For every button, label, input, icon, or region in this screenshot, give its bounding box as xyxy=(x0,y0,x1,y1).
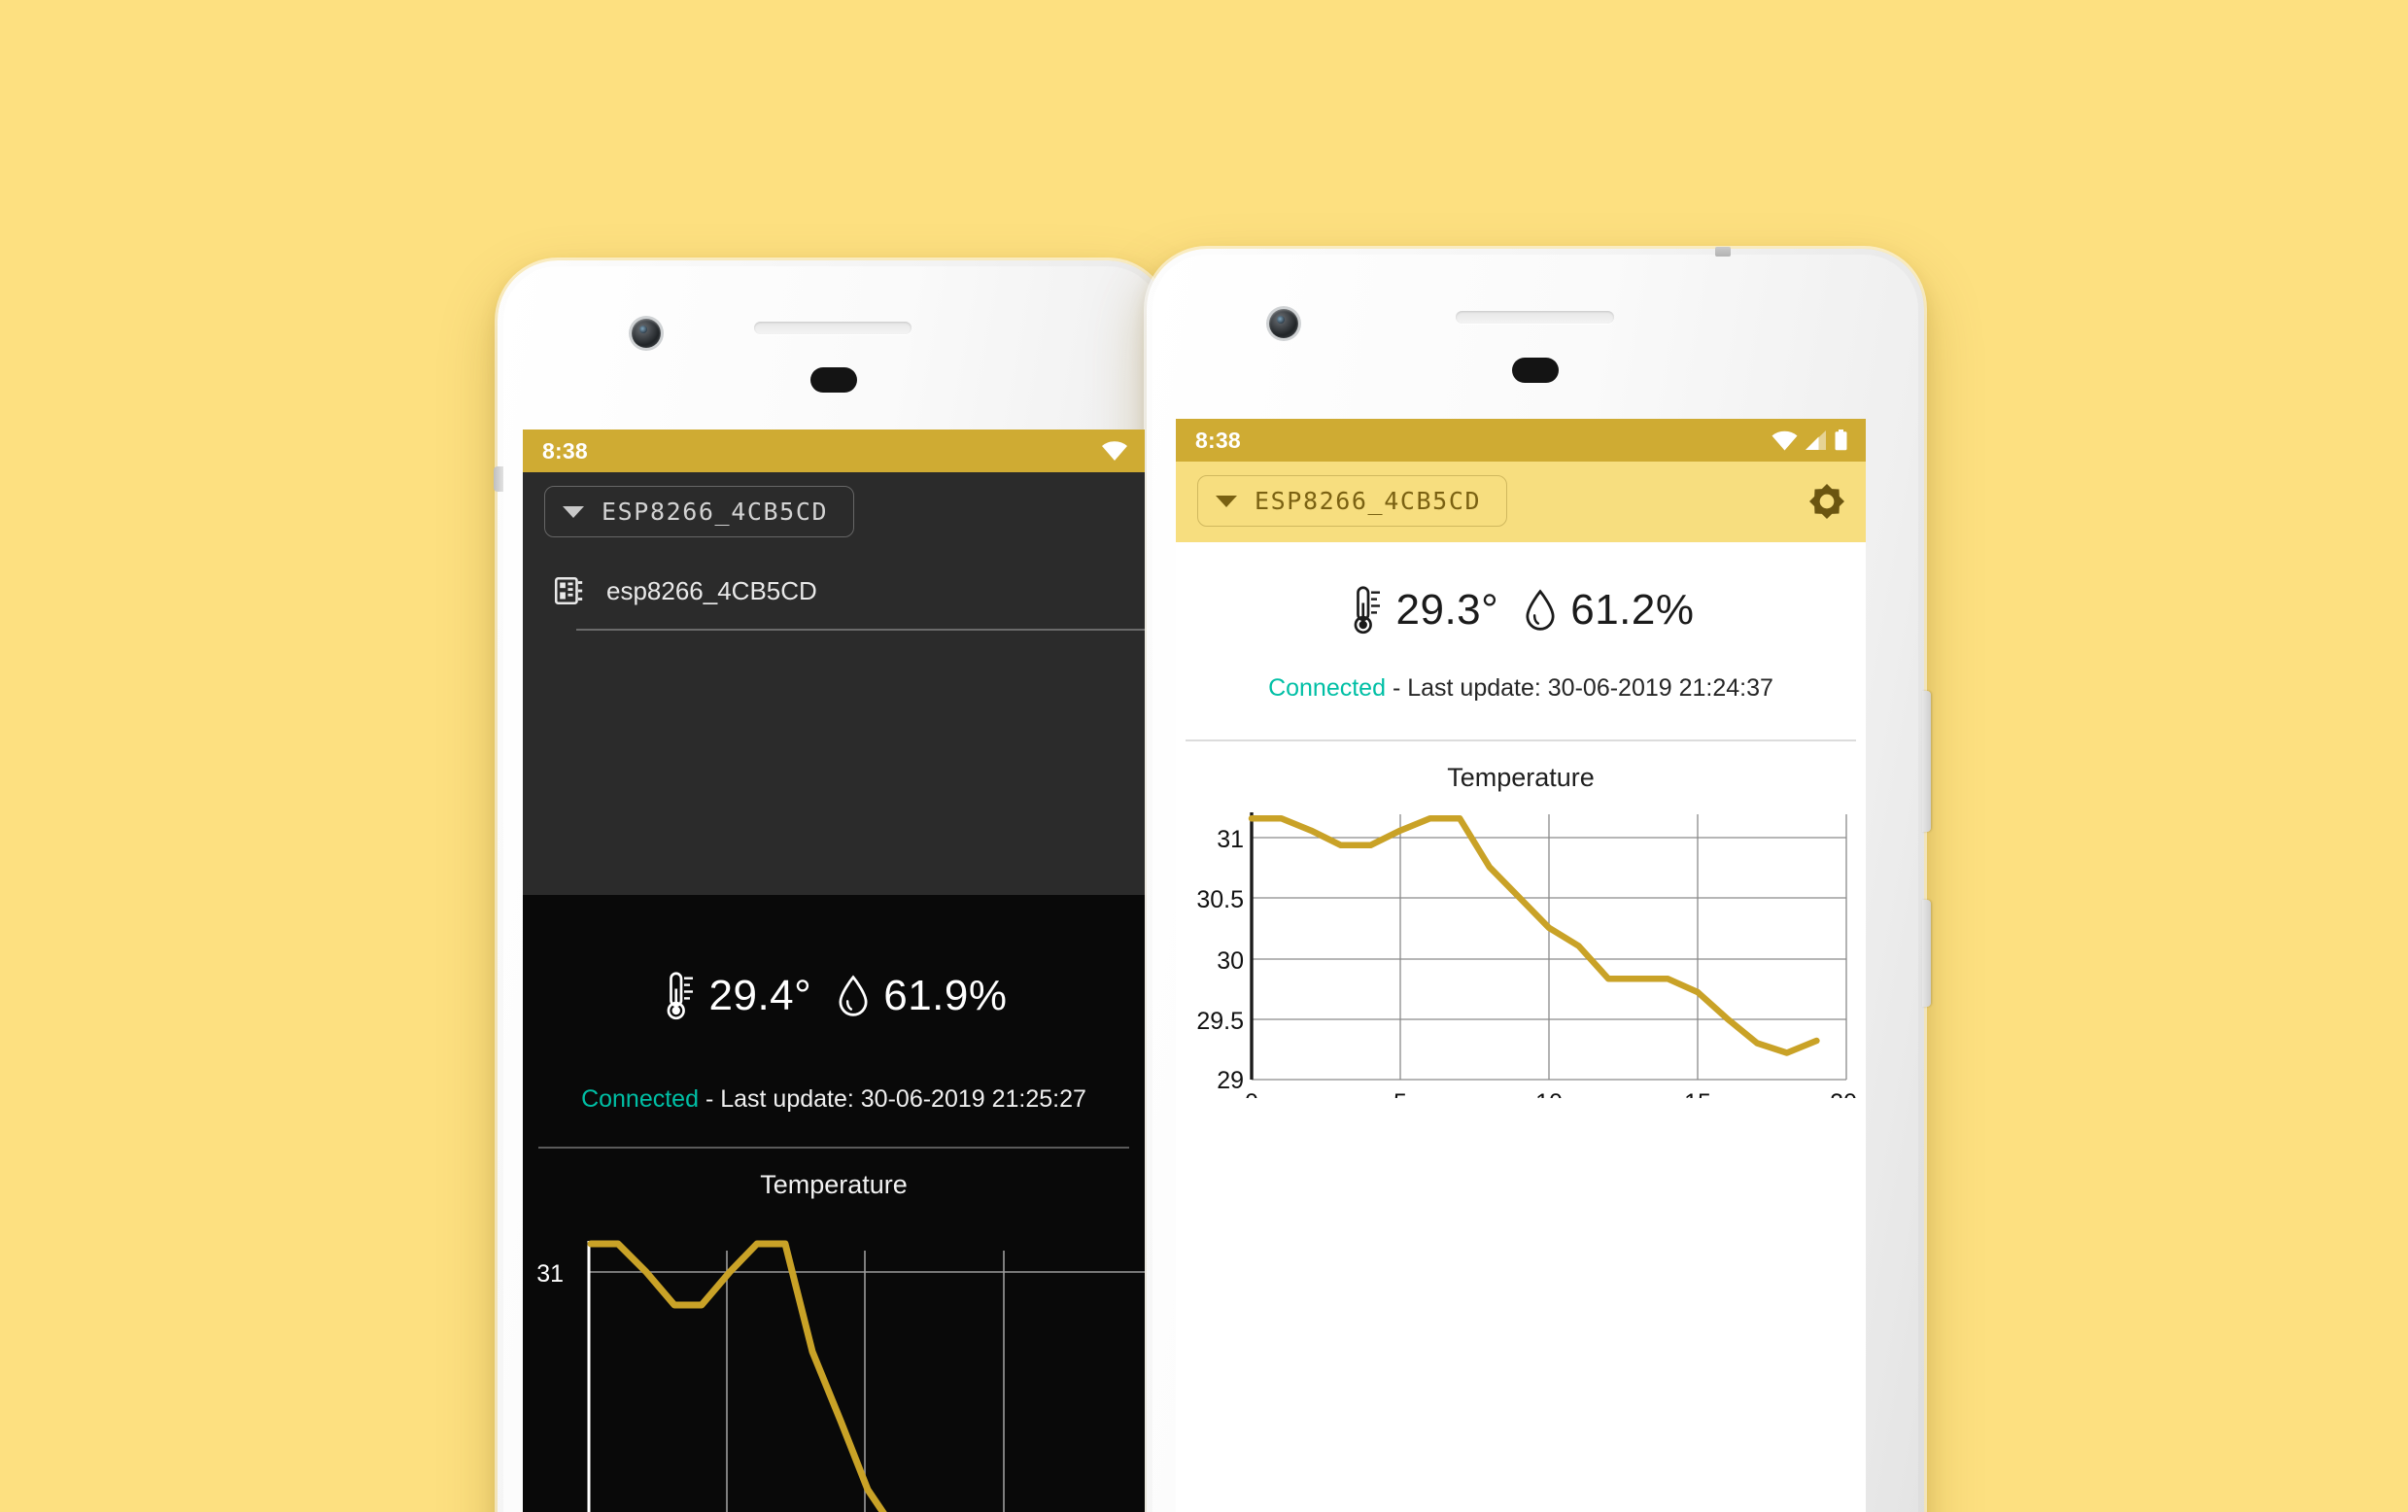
gear-icon[interactable] xyxy=(1807,482,1846,521)
water-drop-icon xyxy=(1526,589,1555,631)
dark-readings-row: 29.4° 61.9% xyxy=(523,895,1145,1085)
dark-chart-grid xyxy=(589,1251,1145,1512)
proximity-sensor xyxy=(810,367,857,393)
light-chart-title: Temperature xyxy=(1447,763,1595,792)
light-status-line: Connected - Last update: 30-06-2019 21:2… xyxy=(1176,674,1866,739)
light-chart-ytick-29: 29 xyxy=(1217,1067,1244,1094)
dark-status-time: 8:38 xyxy=(542,437,588,464)
light-temperature-reading: 29.3° xyxy=(1348,585,1499,636)
front-camera-icon xyxy=(632,319,661,348)
dark-status-separator: - xyxy=(699,1085,721,1113)
dark-chart-title: Temperature xyxy=(760,1170,908,1199)
chevron-down-icon xyxy=(1216,495,1237,507)
light-status-icons xyxy=(1772,430,1848,451)
dark-humidity-value: 61.9% xyxy=(883,972,1008,1019)
dark-connection-status: Connected xyxy=(581,1085,699,1113)
light-chart-ytick-30: 30 xyxy=(1217,947,1244,975)
front-camera-icon xyxy=(1269,309,1298,338)
wifi-icon xyxy=(1102,441,1127,461)
thermometer-icon xyxy=(667,972,693,1020)
device-dropdown-list: esp8266_4CB5CD xyxy=(523,553,1145,895)
phone-light-screen: 8:38 ESP8266_4CB5CD 29.3° 61.2% Connecte… xyxy=(1176,419,1866,1512)
light-chart-xtick-10: 10 xyxy=(1535,1089,1563,1098)
phone-dark: 8:38 ESP8266_4CB5CD esp8266_4CB5CD 29.4°… xyxy=(494,260,1168,1512)
light-chart-xtick-15: 15 xyxy=(1684,1089,1711,1098)
light-chart-ytick-31: 31 xyxy=(1217,826,1244,853)
battery-icon xyxy=(1835,430,1847,451)
phone-dark-left-nub xyxy=(494,466,503,492)
light-chart-xtick-5: 5 xyxy=(1393,1089,1407,1098)
earpiece-speaker xyxy=(754,322,912,334)
light-temperature-chart: 31 30.5 30 29.5 29 0 5 10 15 20 xyxy=(1196,812,1857,1098)
proximity-sensor xyxy=(1512,358,1559,383)
dark-temperature-chart: 31 xyxy=(536,1240,1145,1512)
phone-dark-screen: 8:38 ESP8266_4CB5CD esp8266_4CB5CD 29.4°… xyxy=(523,430,1145,1512)
light-chart-xtick-20: 20 xyxy=(1830,1089,1857,1098)
wifi-icon xyxy=(1772,430,1798,450)
dark-status-icons xyxy=(1102,440,1127,462)
light-connection-status: Connected xyxy=(1268,674,1386,702)
device-spinner-dark-label: ESP8266_4CB5CD xyxy=(602,498,829,526)
light-humidity-value: 61.2% xyxy=(1570,586,1695,634)
phone-light-top-seam xyxy=(1715,247,1731,257)
dark-temperature-reading: 29.4° xyxy=(661,971,812,1021)
dark-chart-line xyxy=(587,1240,887,1512)
thermometer-icon xyxy=(1354,586,1380,635)
dark-status-line: Connected - Last update: 30-06-2019 21:2… xyxy=(523,1085,1145,1147)
chevron-down-icon xyxy=(563,505,584,518)
light-status-bar: 8:38 xyxy=(1176,419,1866,462)
light-chart-ytick-305: 30.5 xyxy=(1196,886,1244,913)
light-humidity-reading: 61.2% xyxy=(1524,586,1694,635)
earpiece-speaker xyxy=(1456,311,1614,324)
chip-icon xyxy=(554,576,583,605)
screenshot-stage: 8:38 ESP8266_4CB5CD esp8266_4CB5CD 29.4°… xyxy=(0,0,2408,1512)
dark-status-bar: 8:38 xyxy=(523,430,1145,472)
phone-light-power-button[interactable] xyxy=(1922,900,1931,1007)
light-last-update-value: 30-06-2019 21:24:37 xyxy=(1547,674,1773,702)
dropdown-item-label: esp8266_4CB5CD xyxy=(606,575,817,605)
cellular-signal-icon xyxy=(1806,430,1826,450)
light-app-bar: ESP8266_4CB5CD xyxy=(1176,462,1866,542)
dark-chart-block: Temperature 31 xyxy=(523,1149,1145,1512)
light-chart-xtick-0: 0 xyxy=(1245,1089,1258,1098)
dark-chart-ytick: 31 xyxy=(536,1260,564,1288)
dropdown-item-esp8266[interactable]: esp8266_4CB5CD xyxy=(523,553,1145,629)
light-last-update-label: Last update: xyxy=(1407,674,1548,702)
dark-humidity-reading: 61.9% xyxy=(837,972,1007,1020)
water-drop-icon xyxy=(839,975,868,1016)
device-spinner-dark[interactable]: ESP8266_4CB5CD xyxy=(544,486,855,537)
light-chart-ytick-295: 29.5 xyxy=(1196,1008,1244,1035)
dark-last-update-label: Last update: xyxy=(720,1085,861,1113)
dark-app-bar: ESP8266_4CB5CD xyxy=(523,472,1145,553)
dark-last-update-value: 30-06-2019 21:25:27 xyxy=(860,1085,1086,1113)
device-spinner-light-label: ESP8266_4CB5CD xyxy=(1255,487,1482,515)
light-chart-line xyxy=(1248,815,1820,1056)
light-status-separator: - xyxy=(1386,674,1408,702)
light-readings-row: 29.3° 61.2% xyxy=(1176,542,1866,674)
phone-light: 8:38 ESP8266_4CB5CD 29.3° 61.2% Connecte… xyxy=(1147,247,1931,1512)
phone-light-volume-button[interactable] xyxy=(1922,691,1931,832)
light-temperature-value: 29.3° xyxy=(1395,586,1499,634)
light-chart-block: Temperature 31 30.5 30 29.5 29 xyxy=(1176,741,1866,1098)
device-spinner-light[interactable]: ESP8266_4CB5CD xyxy=(1197,475,1508,527)
dropdown-divider xyxy=(576,629,1145,631)
light-status-time: 8:38 xyxy=(1195,427,1241,453)
dark-temperature-value: 29.4° xyxy=(708,972,812,1019)
